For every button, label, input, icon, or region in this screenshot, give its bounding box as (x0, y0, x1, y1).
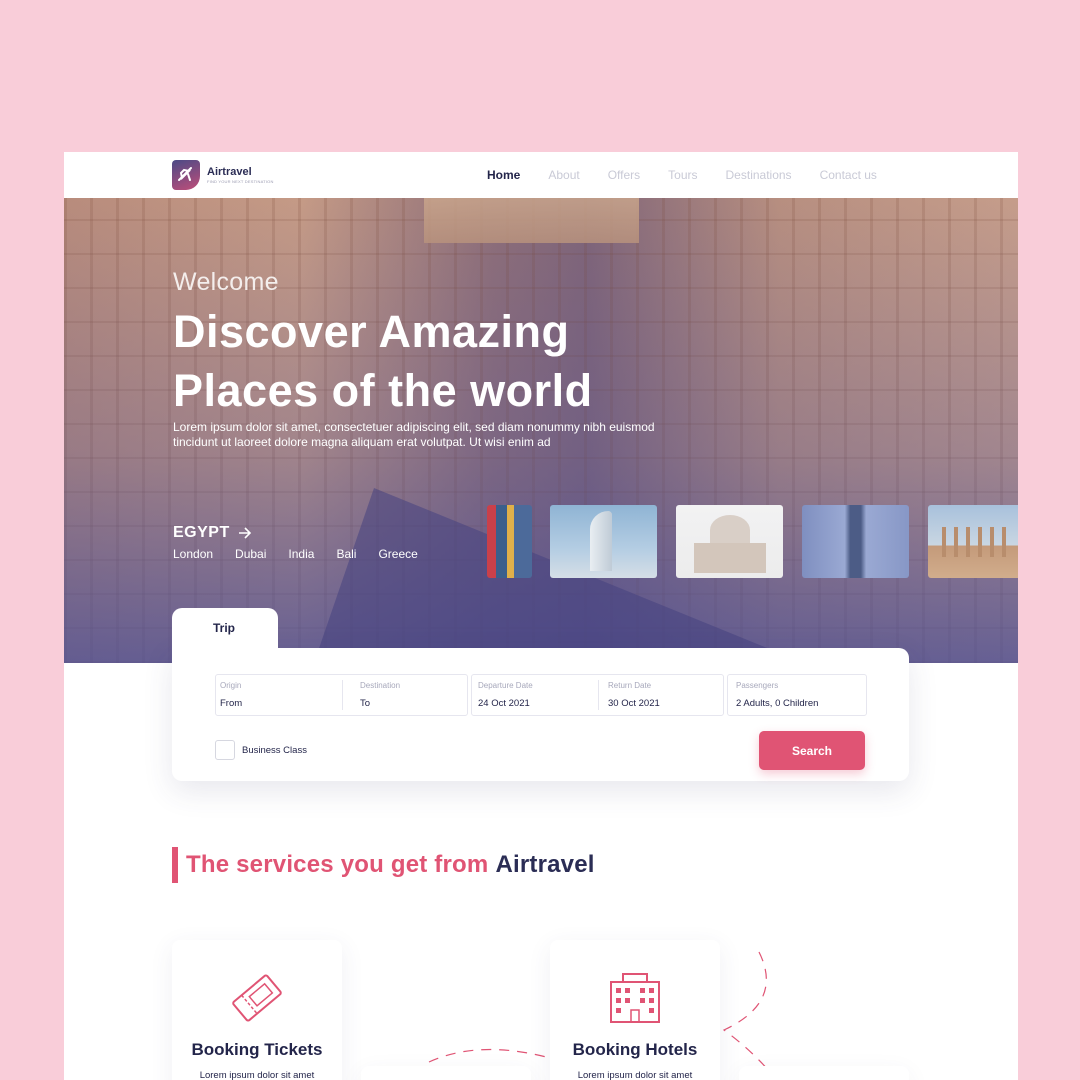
route-fields: Origin From Destination To (215, 674, 468, 716)
place-london[interactable]: London (173, 547, 213, 561)
country-name: EGYPT (173, 524, 230, 541)
hero-description: Lorem ipsum dolor sit amet, consectetuer… (173, 420, 655, 449)
nav-contact[interactable]: Contact us (820, 168, 877, 182)
search-button[interactable]: Search (759, 731, 865, 770)
service-card-tickets[interactable]: Booking Tickets Lorem ipsum dolor sit am… (172, 940, 342, 1080)
origin-field[interactable]: Origin From (216, 675, 342, 715)
country-link[interactable]: EGYPT (173, 524, 252, 542)
brand-name: Airtravel (207, 165, 252, 178)
passengers-label: Passengers (736, 681, 779, 690)
service-card-hotels[interactable]: Booking Hotels Lorem ipsum dolor sit ame… (550, 940, 720, 1080)
return-date-field[interactable]: Return Date 30 Oct 2021 (604, 675, 719, 715)
service-title: Booking Hotels (572, 1040, 698, 1059)
top-navbar: Airtravel FIND YOUR NEXT DESTINATION Hom… (64, 152, 1018, 198)
hotel-icon (610, 973, 660, 1023)
place-greece[interactable]: Greece (378, 547, 417, 561)
greece-thumbnail[interactable] (928, 505, 1018, 578)
dubai-thumbnail[interactable] (550, 505, 657, 578)
tab-trip[interactable]: Trip (172, 608, 278, 650)
passengers-inner: Passengers 2 Adults, 0 Children (732, 675, 862, 715)
departure-label: Departure Date (478, 681, 533, 690)
place-dubai[interactable]: Dubai (235, 547, 266, 561)
places-list: London Dubai India Bali Greece (173, 547, 430, 561)
brand-logo[interactable]: Airtravel FIND YOUR NEXT DESTINATION (172, 160, 274, 190)
return-value: 30 Oct 2021 (608, 698, 660, 709)
place-bali[interactable]: Bali (336, 547, 356, 561)
origin-label: Origin (220, 681, 242, 690)
page-frame: Airtravel FIND YOUR NEXT DESTINATION Hom… (64, 152, 1018, 1080)
services-title-part1: The services you get from (186, 851, 489, 878)
nav-offers[interactable]: Offers (608, 168, 640, 182)
nav-destinations[interactable]: Destinations (726, 168, 792, 182)
headline-line-1: Discover Amazing (173, 306, 570, 357)
business-class-label: Business Class (242, 745, 307, 756)
services-heading: The services you get from Airtravel (172, 847, 595, 883)
tab-trip-label: Trip (213, 621, 236, 635)
brand-tagline: FIND YOUR NEXT DESTINATION (207, 178, 274, 184)
service-text: Lorem ipsum dolor sit amet (199, 1070, 315, 1080)
bali-thumbnail[interactable] (802, 505, 909, 578)
passengers-value: 2 Adults, 0 Children (736, 698, 819, 709)
service-card-placeholder (739, 1066, 909, 1080)
heading-accent-bar (172, 847, 178, 883)
headline-line-2: Places of the world (173, 365, 593, 416)
destination-label: Destination (360, 681, 401, 690)
passengers-field[interactable]: Passengers 2 Adults, 0 Children (727, 674, 867, 716)
nav-about[interactable]: About (548, 168, 579, 182)
destination-value: To (360, 698, 371, 709)
booking-form: Origin From Destination To Departure Dat… (172, 648, 909, 781)
airplane-logo-icon (172, 160, 200, 190)
ticket-icon (232, 974, 282, 1022)
services-title-part2: Airtravel (495, 851, 595, 878)
place-india[interactable]: India (288, 547, 314, 561)
departure-date-field[interactable]: Departure Date 24 Oct 2021 (474, 675, 594, 715)
hero-headline: Discover Amazing Places of the world (173, 302, 693, 420)
business-class-checkbox[interactable] (215, 740, 235, 760)
destination-field[interactable]: Destination To (356, 675, 466, 715)
origin-value: From (220, 698, 243, 709)
india-thumbnail[interactable] (676, 505, 783, 578)
service-title: Booking Tickets (191, 1040, 323, 1059)
hero-welcome: Welcome (173, 268, 279, 296)
service-text: Lorem ipsum dolor sit amet (577, 1070, 693, 1080)
arrow-right-icon (238, 527, 251, 539)
nav-home[interactable]: Home (487, 168, 520, 182)
service-card-placeholder (361, 1066, 531, 1080)
date-fields: Departure Date 24 Oct 2021 Return Date 3… (471, 674, 724, 716)
return-label: Return Date (608, 681, 652, 690)
hero-ceiling-shape (424, 198, 639, 243)
hero-banner: Welcome Discover Amazing Places of the w… (64, 198, 1018, 663)
departure-value: 24 Oct 2021 (478, 698, 530, 709)
london-thumbnail[interactable] (487, 505, 532, 578)
main-menu: Home About Offers Tours Destinations Con… (487, 168, 905, 182)
nav-tours[interactable]: Tours (668, 168, 697, 182)
